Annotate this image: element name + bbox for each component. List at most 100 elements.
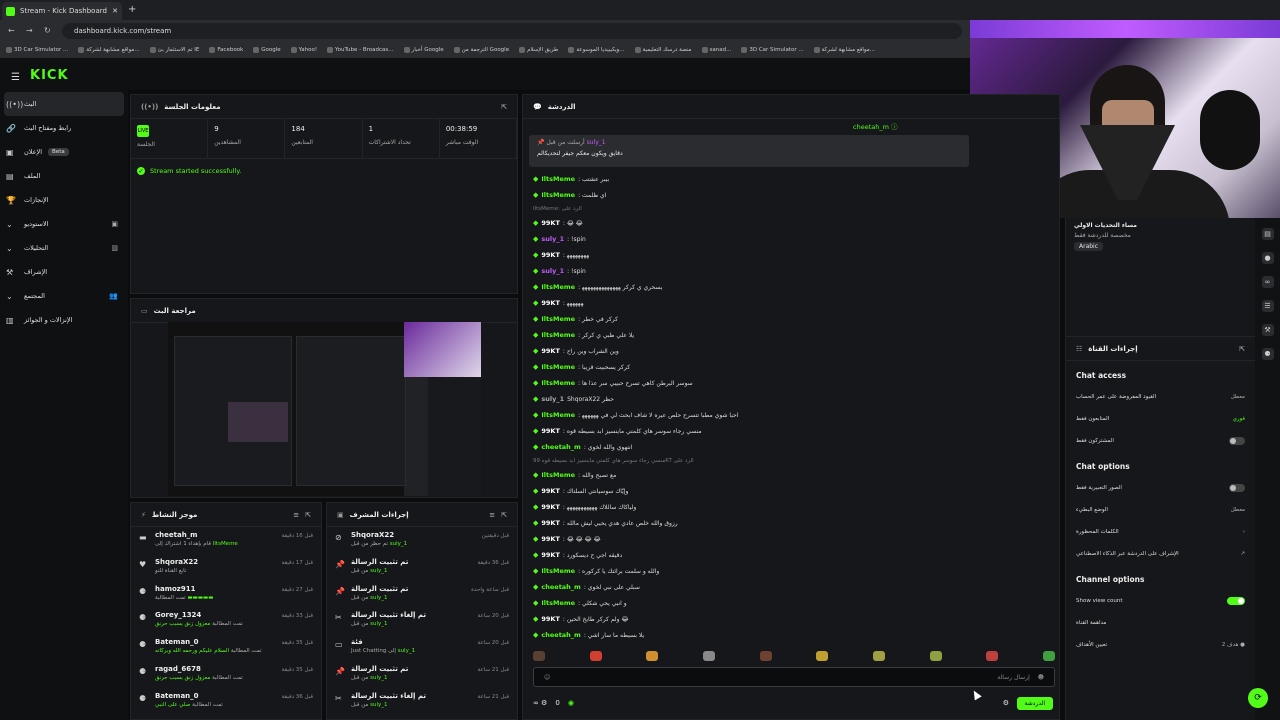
setting-row[interactable]: الوضع البطيء معطل bbox=[1066, 499, 1255, 521]
bookmark-item[interactable]: ﺗﻢ ﺍﻻﺳﺘﺜﻤﺎﺭ ﺑﺊ IE bbox=[149, 47, 199, 53]
chat-message[interactable]: ◆ IltsMeme: مع تصبح والله bbox=[523, 467, 1059, 483]
setting-row[interactable]: المتابعون فقط فوري bbox=[1066, 408, 1255, 430]
popout-icon[interactable]: ⇱ bbox=[501, 511, 507, 519]
hammer-icon[interactable]: ⚒ bbox=[1261, 324, 1274, 336]
chat-username[interactable]: suly_1 bbox=[541, 267, 564, 275]
chat-username[interactable]: IltsMeme bbox=[541, 331, 575, 339]
chat-message[interactable]: ◆ IltsMeme: سوسر البرطن كاهي تسرح حبيبي س… bbox=[523, 375, 1059, 391]
chat-username[interactable]: 99KT bbox=[541, 503, 560, 511]
sidebar-item[interactable]: ⌄ الاستوديو ▣ bbox=[0, 212, 128, 236]
chat-message[interactable]: ◆ cheetah_m: يلا بسيطه ما سار اشي bbox=[523, 627, 1059, 643]
chat-message[interactable]: ◆ 99KT: ولم كركر طايخ الحين 😂 bbox=[523, 611, 1059, 627]
bookmark-item[interactable]: Yahoo! bbox=[290, 47, 317, 53]
chat-username[interactable]: 99KT bbox=[541, 487, 560, 495]
chat-username[interactable]: IltsMeme bbox=[541, 411, 575, 419]
chat-message[interactable]: ◆ 99KT: وين الشراب وين راح bbox=[523, 343, 1059, 359]
users-icon[interactable]: ⚈ bbox=[1261, 348, 1274, 360]
feed-item[interactable]: ⚈ Bateman_0 تمت المطالبة صلي على النبي قبل … bbox=[131, 688, 321, 715]
bookmark-item[interactable]: الترجمة من Google bbox=[453, 47, 509, 53]
bookmark-item[interactable]: YouTube - Broadcas... bbox=[327, 47, 394, 53]
sidebar-item[interactable]: ⚒ الإشراف bbox=[0, 260, 128, 284]
setting-toggle[interactable] bbox=[1229, 437, 1245, 445]
emote-icon[interactable] bbox=[702, 651, 715, 661]
chat-send-button[interactable]: الدردشة bbox=[1016, 696, 1053, 710]
chat-message[interactable]: ◆ IltsMeme: اي ظلمت bbox=[523, 187, 1059, 203]
chat-username[interactable]: 99KT bbox=[541, 427, 560, 435]
setting-toggle[interactable] bbox=[1229, 484, 1245, 492]
chat-username[interactable]: IltsMeme bbox=[541, 599, 575, 607]
feed-item[interactable]: ▭ فئة Just Chatting إلى suly_1 قبل 20 ساعة bbox=[327, 634, 517, 661]
chat-username[interactable]: 99KT bbox=[541, 219, 560, 227]
bookmark-item[interactable]: أخبار Google bbox=[403, 47, 444, 53]
feed-item[interactable]: ▬ cheetah_m قام بإهداء 1 اشتراك إلى IltsMe… bbox=[131, 527, 321, 554]
chat-username[interactable]: IltsMeme bbox=[541, 191, 575, 199]
feed-item[interactable]: ⚈ Gorey_1324 تمت المطالبة معزول زنق بسبب ح… bbox=[131, 607, 321, 634]
chat-message[interactable]: ◆ 99KT: 😂 😂 bbox=[523, 215, 1059, 231]
help-button[interactable]: ⟳ bbox=[1248, 688, 1268, 708]
feed-item[interactable]: ⚈ ragad_6678 تمت المطالبة معزول زنق بسبب ح… bbox=[131, 661, 321, 688]
emote-icon[interactable] bbox=[929, 651, 942, 661]
url-field[interactable]: dashboard.kick.com/stream bbox=[62, 23, 962, 39]
chat-message[interactable]: ◆ 99KT: دقيقه اجي ح ديسكورد bbox=[523, 547, 1059, 563]
chat-message[interactable]: ◆ IltsMeme: والله و سلمت برائتك يا كركوره bbox=[523, 563, 1059, 579]
emote-icon[interactable] bbox=[589, 651, 602, 661]
sidebar-item[interactable]: 🔗 رابط ومفتاح البث bbox=[0, 116, 128, 140]
menu-icon[interactable]: ☰ bbox=[11, 72, 20, 83]
chat-username[interactable]: IltsMeme bbox=[541, 175, 575, 183]
chat-settings-icon[interactable]: ∞ ⚙ bbox=[533, 699, 547, 707]
bookmark-item[interactable]: Google bbox=[253, 47, 281, 53]
sidebar-item[interactable]: ⌄ المجتمع 👥 bbox=[0, 284, 128, 308]
emote-icon[interactable] bbox=[759, 651, 772, 661]
chat-username[interactable]: IltsMeme bbox=[541, 379, 575, 387]
popout-icon[interactable]: ⇱ bbox=[501, 103, 507, 111]
chat-message[interactable]: ◆ suly_1: !spin bbox=[523, 263, 1059, 279]
chat-username[interactable]: IltsMeme bbox=[541, 315, 575, 323]
bookmark-item[interactable]: منصة درسك التعليمية bbox=[634, 47, 692, 53]
chat-message[interactable]: ◆ suly_1 ShqoraX22 حظر bbox=[523, 391, 1059, 407]
chat-message[interactable]: ◆ 99KT: ﻬﻬﻬﻬﻬﻬ bbox=[523, 295, 1059, 311]
chat-username[interactable]: 99KT bbox=[541, 535, 560, 543]
bookmark-item[interactable]: 3D Car Simulator ... bbox=[6, 47, 68, 53]
chat-message[interactable]: ◆ suly_1: !spin bbox=[523, 231, 1059, 247]
emoji-icon[interactable]: ☺ bbox=[544, 674, 550, 681]
toolbar-icon[interactable]: ▤ bbox=[1261, 228, 1274, 240]
stream-preview-video[interactable] bbox=[168, 322, 481, 496]
filter-icon[interactable]: ≡ bbox=[293, 511, 299, 519]
setting-row[interactable]: الصور التعبيرية فقط bbox=[1066, 477, 1255, 499]
bookmark-item[interactable]: sanad... bbox=[701, 47, 731, 53]
emote-icon[interactable] bbox=[1042, 651, 1055, 661]
feed-item[interactable]: ⚈ hamoz911 تمت المطالبة ▬▬▬▬▬ قبل 27 دقيقة bbox=[131, 581, 321, 608]
chat-message[interactable]: IltsMeme: الرد على bbox=[523, 203, 1059, 215]
chat-username[interactable]: cheetah_m bbox=[541, 631, 580, 639]
kick-logo[interactable]: KICK bbox=[30, 68, 69, 83]
list-icon[interactable]: ☰ bbox=[1261, 300, 1274, 312]
settings-gear-icon[interactable]: ⚙ bbox=[1003, 699, 1009, 707]
bookmark-item[interactable]: Facebook bbox=[209, 47, 243, 53]
forward-icon[interactable]: → bbox=[26, 26, 33, 35]
setting-row[interactable]: القيود المفروضة على عمر الحساب معطل bbox=[1066, 386, 1255, 408]
bookmark-item[interactable]: ويكيبيديا الموسوعة... bbox=[568, 47, 625, 53]
bookmark-item[interactable]: طريق الإسلام bbox=[519, 47, 558, 53]
chat-username[interactable]: 99KT bbox=[541, 519, 560, 527]
chat-message[interactable]: ◆ 99KT: منسي رجاء سوسر هاي كلمتي ماينسيز … bbox=[523, 423, 1059, 439]
filter-icon[interactable]: ≡ bbox=[489, 511, 495, 519]
setting-row[interactable]: الكلمات المحظورة › bbox=[1066, 521, 1255, 543]
chat-username[interactable]: cheetah_m bbox=[541, 443, 580, 451]
link-icon[interactable]: ∞ bbox=[1261, 276, 1274, 288]
emote-icon[interactable] bbox=[533, 651, 545, 661]
emote-icon[interactable] bbox=[646, 651, 659, 661]
chat-message[interactable]: ◆ 99KT: وإيّاك سوسيانتي السلتاك bbox=[523, 483, 1059, 499]
chat-message[interactable]: ◆ 99KT: رزوق والله خلص عادي هدي يحيي ليش … bbox=[523, 515, 1059, 531]
chat-username[interactable]: 99KT bbox=[541, 615, 560, 623]
sidebar-item[interactable]: ▥ الإنزالات و الجوائز bbox=[0, 308, 128, 332]
setting-row[interactable]: مداهمة القناة bbox=[1066, 612, 1255, 634]
chat-username[interactable]: IltsMeme bbox=[541, 363, 575, 371]
emote-icon[interactable] bbox=[872, 651, 885, 661]
feed-item[interactable]: 📌 تم تثبيت الرسالة من قبل suly_1 قبل 36 دقي… bbox=[327, 554, 517, 581]
browser-tab-active[interactable]: Stream - Kick Dashboard ✕ bbox=[2, 2, 122, 20]
setting-row[interactable]: الإشراف على الدردشة عبر الذكاء الاصطناعي… bbox=[1066, 543, 1255, 565]
sidebar-item[interactable]: ((•)) البث bbox=[4, 92, 124, 116]
chat-username[interactable]: IltsMeme bbox=[541, 471, 575, 479]
popout-icon[interactable]: ⇱ bbox=[305, 511, 311, 519]
chat-message[interactable]: ◆ IltsMeme: كركر يسحبيت قريبا bbox=[523, 359, 1059, 375]
